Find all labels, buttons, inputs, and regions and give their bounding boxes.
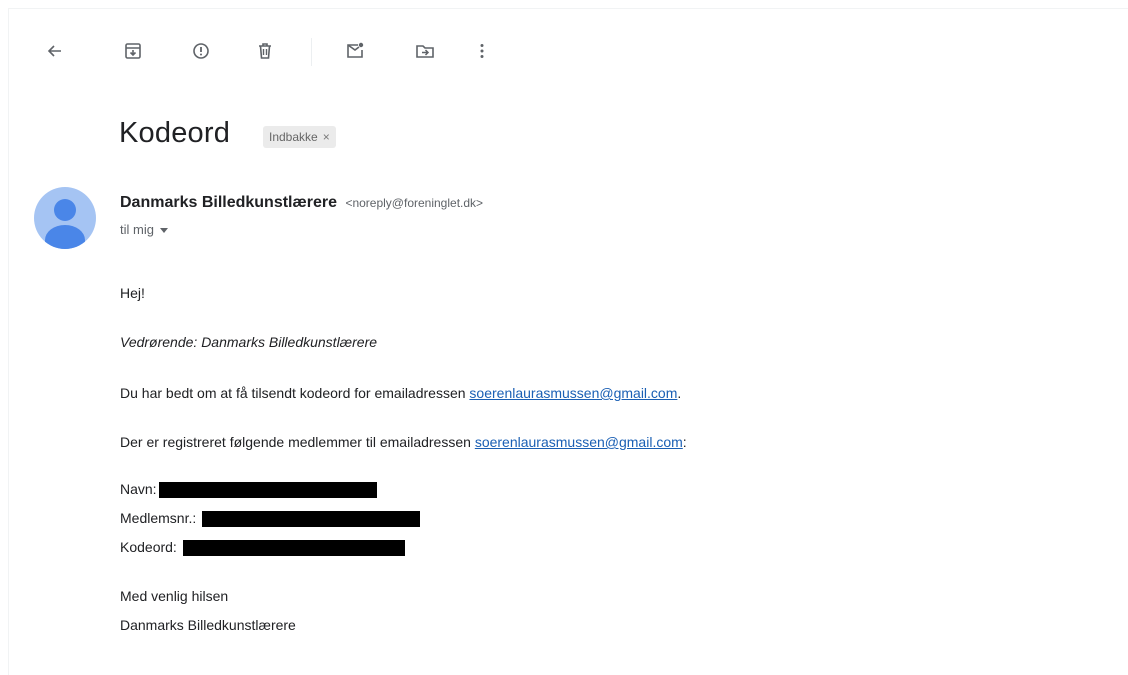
recipient-text: til mig (120, 222, 154, 237)
members-line: Der er registreret følgende medlemmer ti… (120, 434, 687, 450)
sender-line: Danmarks Billedkunstlærere <noreply@fore… (120, 194, 483, 212)
arrow-left-icon (47, 45, 61, 57)
sender-avatar[interactable] (34, 187, 96, 249)
signature: Danmarks Billedkunstlærere (120, 617, 296, 633)
signoff: Med venlig hilsen (120, 588, 229, 604)
regarding-line: Vedrørende: Danmarks Billedkunstlærere (120, 334, 378, 350)
members-suffix: : (682, 434, 687, 450)
chevron-down-icon (159, 228, 168, 233)
request-text: Du har bedt om at få tilsendt kodeord fo… (120, 385, 470, 401)
member-name-row: Navn: (120, 481, 377, 499)
sender-email: <noreply@foreninglet.dk> (345, 196, 484, 210)
greeting: Hej! (120, 285, 145, 301)
more-vert-icon (480, 44, 484, 58)
more-options-button[interactable] (465, 34, 499, 68)
request-suffix: . (677, 385, 682, 401)
request-line: Du har bedt om at få tilsendt kodeord fo… (120, 385, 681, 401)
toolbar-divider (311, 38, 312, 66)
name-label: Navn: (120, 481, 157, 497)
back-button[interactable] (38, 34, 72, 68)
inbox-label-chip[interactable]: Indbakke × (263, 126, 336, 148)
delete-button[interactable] (248, 34, 282, 68)
redaction-bar (158, 482, 377, 499)
report-spam-icon (193, 43, 209, 59)
email-subject: Kodeord (119, 117, 231, 149)
move-to-button[interactable] (408, 34, 442, 68)
move-to-icon (416, 45, 434, 58)
password-row: Kodeord: (120, 539, 405, 557)
members-text: Der er registreret følgende medlemmer ti… (120, 434, 475, 450)
redaction-bar (202, 511, 421, 528)
member-number-label: Medlemsnr.: (120, 510, 201, 526)
label-text: Indbakke (269, 130, 318, 144)
report-spam-button[interactable] (184, 34, 218, 68)
archive-button[interactable] (116, 34, 150, 68)
email-link[interactable]: soerenlaurasmussen@gmail.com (469, 385, 677, 401)
redaction-bar (182, 540, 405, 557)
remove-label-button[interactable]: × (323, 130, 330, 144)
mark-unread-icon (347, 42, 364, 58)
archive-icon (125, 43, 141, 59)
member-number-row: Medlemsnr.: (120, 510, 421, 528)
email-link[interactable]: soerenlaurasmussen@gmail.com (475, 434, 683, 450)
mark-unread-button[interactable] (338, 34, 372, 68)
password-label: Kodeord: (120, 539, 181, 555)
sender-name[interactable]: Danmarks Billedkunstlærere (120, 194, 337, 211)
recipient-details-toggle[interactable]: til mig (120, 222, 168, 237)
trash-icon (259, 43, 271, 59)
